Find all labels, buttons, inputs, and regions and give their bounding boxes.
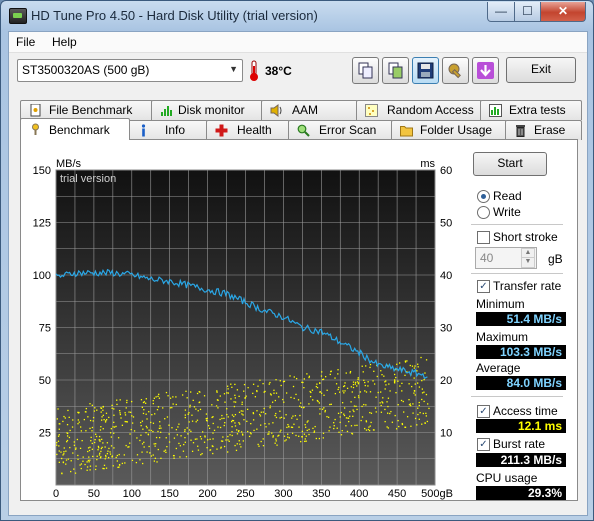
read-radio[interactable] [477, 190, 490, 203]
speaker-icon [270, 104, 282, 117]
average-label: Average [476, 361, 521, 375]
cpu-usage-value: 29.3% [476, 486, 566, 500]
maximize-button[interactable]: ☐ [514, 2, 541, 22]
chevron-down-icon: ▼ [229, 64, 238, 74]
app-window: HD Tune Pro 4.50 - Hard Disk Utility (tr… [0, 0, 594, 521]
magnifier-icon [297, 124, 310, 137]
short-stroke-checkbox[interactable] [477, 231, 490, 244]
wrench-icon [448, 63, 461, 79]
minimum-value: 51.4 MB/s [476, 312, 566, 326]
read-label: Read [493, 189, 522, 203]
thermometer-icon [250, 60, 258, 81]
tab-file-benchmark[interactable]: File Benchmark [20, 100, 153, 120]
spin-down-icon[interactable]: ▼ [521, 257, 535, 268]
copy-text-icon [358, 62, 373, 79]
copy-screenshot-button[interactable] [382, 57, 409, 84]
tab-label: Info [165, 123, 186, 137]
tab-folder-usage[interactable]: Folder Usage [391, 120, 507, 140]
tab-row-bottom: Benchmark Info Health Error Scan Folder … [20, 118, 582, 140]
download-button[interactable] [472, 57, 499, 84]
divider [471, 224, 563, 225]
tab-label: Benchmark [49, 123, 110, 137]
burst-rate-label: Burst rate [493, 437, 546, 451]
title-bar[interactable]: HD Tune Pro 4.50 - Hard Disk Utility (tr… [1, 1, 593, 31]
minimum-label: Minimum [476, 297, 525, 311]
floppy-disk-icon [417, 62, 434, 79]
tab-benchmark[interactable]: Benchmark [20, 118, 130, 140]
tab-label: Folder Usage [420, 123, 493, 137]
tab-label: Extra tests [509, 103, 566, 117]
access-time-value: 12.1 ms [476, 419, 566, 433]
transfer-rate-label: Transfer rate [493, 279, 562, 293]
options-button[interactable] [442, 57, 469, 84]
access-time-label: Access time [493, 404, 558, 418]
benchmark-icon [32, 123, 39, 135]
trash-icon [516, 125, 525, 137]
exit-button[interactable]: Exit [506, 57, 576, 83]
tab-aam[interactable]: AAM [261, 100, 358, 120]
copy-screenshot-icon [388, 62, 403, 79]
tab-error-scan[interactable]: Error Scan [288, 120, 393, 140]
divider [471, 273, 563, 274]
tab-label: Random Access [387, 103, 474, 117]
health-cross-icon [215, 124, 228, 137]
average-value: 84.0 MB/s [476, 376, 566, 390]
access-time-checkbox[interactable]: ✓ [477, 405, 490, 418]
drive-select[interactable]: ST3500320AS (500 gB) ▼ [17, 59, 243, 82]
menu-file[interactable]: File [16, 34, 35, 50]
divider [471, 396, 563, 397]
stroke-size-value: 40 [480, 251, 494, 265]
tab-health[interactable]: Health [206, 120, 290, 140]
disk-monitor-icon [161, 106, 172, 116]
menu-bar: File Help [9, 32, 587, 53]
write-label: Write [493, 205, 521, 219]
drive-select-value: ST3500320AS (500 gB) [22, 63, 150, 77]
copy-text-button[interactable] [352, 57, 379, 84]
app-icon [9, 8, 27, 24]
maximum-label: Maximum [476, 330, 529, 344]
stroke-size-spinner[interactable]: 40 ▲ ▼ [475, 247, 537, 269]
toolbar: ST3500320AS (500 gB) ▼ 38°C Exit [9, 52, 587, 92]
extra-tests-icon [489, 104, 502, 117]
tab-label: AAM [292, 103, 319, 117]
minimize-button[interactable]: — [487, 2, 515, 22]
tab-disk-monitor[interactable]: Disk monitor [151, 100, 263, 120]
tab-info[interactable]: Info [128, 120, 208, 140]
maximum-value: 103.3 MB/s [476, 345, 566, 359]
menu-help[interactable]: Help [52, 34, 77, 50]
window-title: HD Tune Pro 4.50 - Hard Disk Utility (tr… [31, 8, 318, 23]
temperature-value: 38°C [265, 64, 292, 78]
file-benchmark-icon [30, 104, 41, 117]
tab-erase[interactable]: Erase [505, 120, 582, 140]
folder-icon [400, 126, 413, 137]
write-radio[interactable] [477, 206, 490, 219]
tab-label: Erase [534, 123, 566, 137]
tab-extra-tests[interactable]: Extra tests [480, 100, 582, 120]
short-stroke-label: Short stroke [493, 230, 558, 244]
download-arrow-icon [477, 62, 494, 79]
random-access-icon [365, 104, 378, 117]
tab-label: Error Scan [319, 123, 377, 137]
tab-label: Disk monitor [178, 103, 245, 117]
transfer-rate-checkbox[interactable]: ✓ [477, 280, 490, 293]
info-icon [141, 124, 146, 137]
tab-row-top: File Benchmark Disk monitor AAM Random A… [20, 100, 582, 120]
save-screenshot-button[interactable] [412, 57, 439, 84]
tab-label: Health [237, 123, 272, 137]
close-button[interactable]: ✕ [540, 2, 586, 22]
start-button[interactable]: Start [473, 152, 547, 176]
tab-random-access[interactable]: Random Access [356, 100, 482, 120]
burst-rate-checkbox[interactable]: ✓ [477, 438, 490, 451]
stroke-unit-label: gB [548, 252, 563, 266]
cpu-usage-label: CPU usage [476, 471, 538, 485]
burst-rate-value: 211.3 MB/s [476, 453, 566, 467]
